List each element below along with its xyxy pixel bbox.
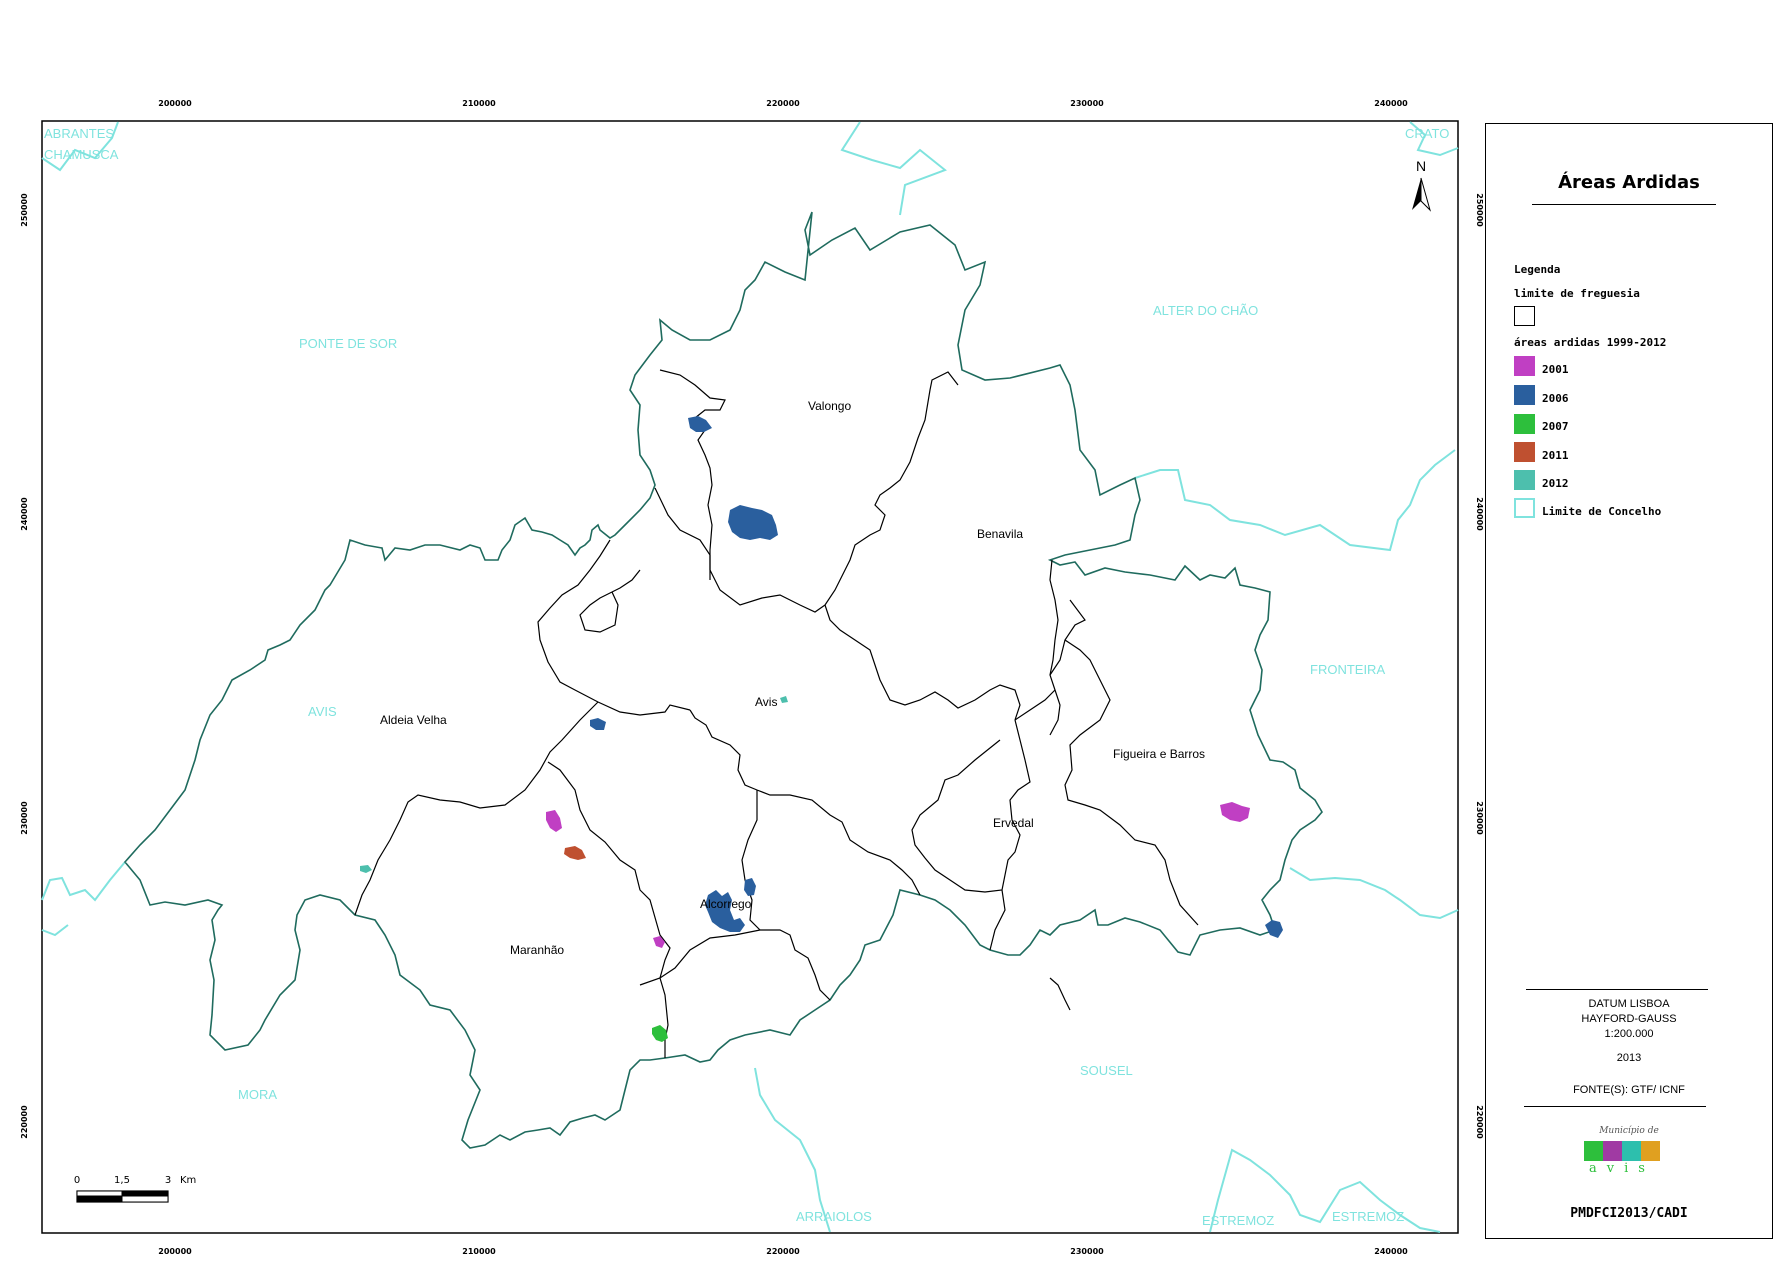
bottom-tick: 240000 [1374, 1247, 1408, 1256]
legend-title-divider [1532, 204, 1716, 205]
legend-year-2007: 2007 [1542, 420, 1569, 433]
neighbor-label-ponte-de-sor: PONTE DE SOR [299, 336, 397, 351]
legend-swatch-freguesia [1514, 306, 1535, 326]
top-coordinate-labels: 200000 210000 220000 230000 240000 [158, 99, 1408, 108]
left-coordinate-labels: 250000 240000 230000 220000 [20, 193, 29, 1139]
top-tick: 230000 [1070, 99, 1104, 108]
bottom-tick: 200000 [158, 1247, 192, 1256]
right-tick: 250000 [1475, 193, 1484, 227]
left-tick: 220000 [20, 1105, 29, 1139]
legend-year-2012: 2012 [1542, 477, 1569, 490]
legend-title: Áreas Ardidas [1558, 172, 1700, 193]
legend-swatch-2007 [1514, 414, 1535, 434]
parish-label-figueira-e-barros: Figueira e Barros [1113, 747, 1205, 761]
neighbor-label-abrantes: ABRANTES [44, 126, 114, 141]
neighbor-label-alter-do-chao: ALTER DO CHÃO [1153, 303, 1258, 318]
neighbor-label-chamusca: CHAMUSCA [44, 147, 119, 162]
top-tick: 210000 [462, 99, 496, 108]
projection-text: HAYFORD-GAUSS [1581, 1013, 1677, 1025]
left-tick: 230000 [20, 801, 29, 835]
right-coordinate-labels: 250000 240000 230000 220000 [1475, 193, 1484, 1139]
parish-label-aldeia-velha: Aldeia Velha [380, 713, 447, 727]
scale-bar-segment [121, 1195, 169, 1203]
legend-concelho-label: Limite de Concelho [1542, 505, 1662, 518]
scale-bar-segment [122, 1191, 168, 1196]
legend-swatch-concelho [1514, 498, 1535, 518]
neighbor-label-mora: MORA [238, 1087, 277, 1102]
legend-burned-heading: áreas ardidas 1999-2012 [1514, 336, 1667, 349]
info-divider-top [1526, 989, 1708, 990]
bottom-tick: 220000 [766, 1247, 800, 1256]
legend-swatch-2012 [1514, 470, 1535, 490]
scale-bar-unit: Km [180, 1175, 196, 1186]
municipality-logo [1584, 1141, 1660, 1161]
legend-freguesia-label: limite de freguesia [1514, 287, 1640, 300]
top-tick: 200000 [158, 99, 192, 108]
year-text: 2013 [1616, 1052, 1642, 1064]
right-tick: 220000 [1475, 1105, 1484, 1139]
map-code: PMDFCI2013/CADI [1570, 1206, 1688, 1221]
scale-bar-label: 0 [74, 1175, 80, 1186]
scale-bar-label: 3 [165, 1175, 171, 1186]
scale-bar-label: 1,5 [114, 1175, 130, 1186]
parish-label-alcorrego: Alcorrego [700, 897, 752, 911]
bottom-tick: 230000 [1070, 1247, 1104, 1256]
parish-label-valongo: Valongo [808, 399, 851, 413]
legend-panel: Áreas Ardidas Legenda limite de freguesi… [1485, 123, 1773, 1239]
left-tick: 240000 [20, 497, 29, 531]
neighbor-label-avis: AVIS [308, 704, 337, 719]
top-tick: 240000 [1374, 99, 1408, 108]
right-tick: 230000 [1475, 801, 1484, 835]
legend-heading: Legenda [1514, 263, 1561, 276]
parish-label-benavila: Benavila [977, 527, 1023, 541]
neighbor-label-sousel: SOUSEL [1080, 1063, 1133, 1078]
parish-label-ervedal: Ervedal [993, 816, 1034, 830]
map-frame [41, 120, 1459, 1234]
north-label: N [1416, 158, 1426, 174]
legend-swatch-2011 [1514, 442, 1535, 462]
parish-label-maranhao: Maranhão [510, 943, 564, 957]
top-tick: 220000 [766, 99, 800, 108]
right-tick: 240000 [1475, 497, 1484, 531]
datum-text: DATUM LISBOA [1588, 998, 1670, 1010]
info-divider-bottom [1524, 1106, 1706, 1107]
scale-bar-segment [77, 1196, 122, 1202]
scale-bar-segment [76, 1190, 123, 1197]
legend-year-2011: 2011 [1542, 449, 1569, 462]
bottom-tick: 210000 [462, 1247, 496, 1256]
neighbor-label-estremoz: ESTREMOZ [1332, 1209, 1404, 1224]
neighbor-label-crato: CRATO [1405, 126, 1449, 141]
left-tick: 250000 [20, 193, 29, 227]
scale-text: 1:200.000 [1604, 1028, 1654, 1040]
legend-swatch-2001 [1514, 356, 1535, 376]
bottom-coordinate-labels: 200000 210000 220000 230000 240000 [158, 1247, 1408, 1256]
neighbor-label-estremoz: ESTREMOZ [1202, 1213, 1274, 1228]
legend-year-2006: 2006 [1542, 392, 1569, 405]
municipality-logo-letters: avis [1589, 1161, 1655, 1176]
neighbor-label-fronteira: FRONTEIRA [1310, 662, 1385, 677]
municipality-caption: Município de [1599, 1126, 1659, 1136]
legend-year-2001: 2001 [1542, 363, 1569, 376]
neighbor-label-arraiolos: ARRAIOLOS [796, 1209, 872, 1224]
source-text: FONTE(S): GTF/ ICNF [1573, 1084, 1685, 1096]
legend-swatch-2006 [1514, 385, 1535, 405]
parish-label-avis: Avis [755, 695, 777, 709]
